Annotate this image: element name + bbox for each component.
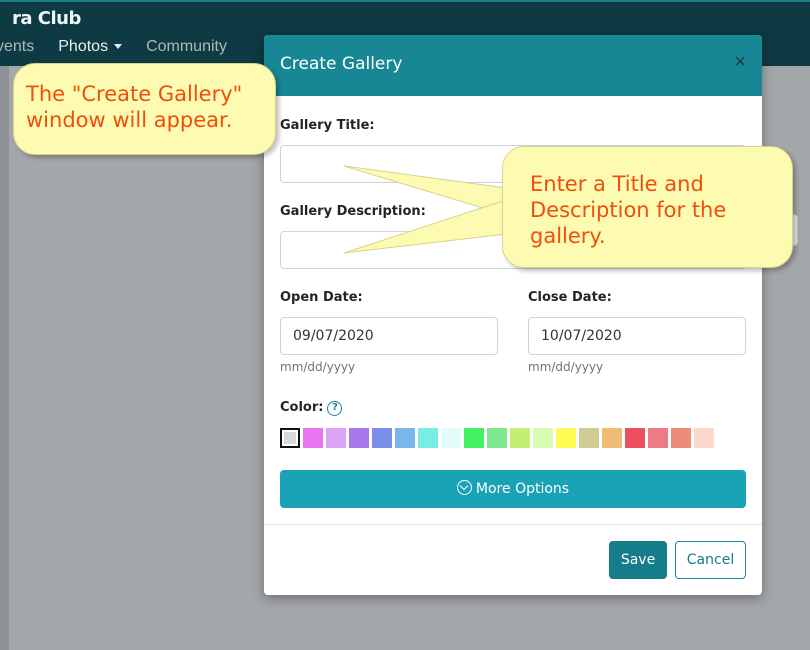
close-date-input[interactable]: 10/07/2020 bbox=[528, 317, 746, 355]
callout-text-line: gallery. bbox=[530, 224, 606, 248]
color-swatch[interactable] bbox=[510, 428, 530, 448]
modal-title: Create Gallery bbox=[280, 54, 403, 74]
gallery-description-label: Gallery Description: bbox=[280, 204, 426, 219]
open-date-format-hint: mm/dd/yyyy bbox=[280, 360, 356, 374]
color-swatch[interactable] bbox=[372, 428, 392, 448]
more-options-label: More Options bbox=[475, 481, 570, 497]
main-nav: vents Photos Community bbox=[0, 38, 227, 56]
chevron-down-icon bbox=[114, 44, 123, 50]
close-date-label: Close Date: bbox=[528, 290, 612, 305]
cancel-button[interactable]: Cancel bbox=[675, 541, 746, 579]
callout-text-line: Description for the bbox=[530, 198, 727, 222]
color-swatch[interactable] bbox=[280, 428, 300, 448]
color-swatch[interactable] bbox=[533, 428, 553, 448]
close-date-format-hint: mm/dd/yyyy bbox=[528, 360, 604, 374]
color-swatch[interactable] bbox=[487, 428, 507, 448]
callout-text-line: The "Create Gallery" bbox=[26, 82, 243, 106]
chevron-circle-down-icon bbox=[456, 480, 472, 495]
color-swatch[interactable] bbox=[625, 428, 645, 448]
nav-item-photos-label: Photos bbox=[58, 38, 109, 55]
modal-header: Create Gallery × bbox=[264, 35, 762, 96]
more-options-button[interactable]: More Options bbox=[280, 470, 746, 508]
color-swatch[interactable] bbox=[303, 428, 323, 448]
callout-enter-title: Enter a Title and Description for the ga… bbox=[502, 146, 793, 268]
color-swatch[interactable] bbox=[464, 428, 484, 448]
color-swatch[interactable] bbox=[579, 428, 599, 448]
color-swatch[interactable] bbox=[602, 428, 622, 448]
nav-item-events[interactable]: vents bbox=[0, 38, 34, 56]
color-swatch[interactable] bbox=[671, 428, 691, 448]
color-swatch[interactable] bbox=[441, 428, 461, 448]
open-date-label: Open Date: bbox=[280, 290, 363, 305]
callout-text-line: window will appear. bbox=[26, 108, 233, 132]
callout-text-line: Enter a Title and bbox=[530, 172, 704, 196]
callout-create-gallery: The "Create Gallery" window will appear. bbox=[13, 63, 276, 155]
close-icon[interactable]: × bbox=[734, 52, 746, 72]
backdrop-edge bbox=[0, 66, 9, 650]
brand-logo[interactable]: ra Club bbox=[12, 8, 81, 29]
color-swatch[interactable] bbox=[326, 428, 346, 448]
color-swatch[interactable] bbox=[395, 428, 415, 448]
color-label: Color: bbox=[280, 400, 324, 415]
color-swatch[interactable] bbox=[694, 428, 714, 448]
modal-footer-divider bbox=[264, 524, 762, 525]
nav-item-community[interactable]: Community bbox=[146, 38, 227, 56]
color-swatch[interactable] bbox=[556, 428, 576, 448]
color-swatch[interactable] bbox=[648, 428, 668, 448]
save-button[interactable]: Save bbox=[609, 541, 667, 579]
create-gallery-modal: Create Gallery × Gallery Title: Gallery … bbox=[264, 35, 762, 595]
color-swatch[interactable] bbox=[349, 428, 369, 448]
open-date-input[interactable]: 09/07/2020 bbox=[280, 317, 498, 355]
color-label-row: Color:? bbox=[280, 400, 343, 416]
nav-item-photos[interactable]: Photos bbox=[58, 38, 123, 56]
gallery-title-label: Gallery Title: bbox=[280, 118, 375, 133]
color-swatch[interactable] bbox=[418, 428, 438, 448]
help-icon[interactable]: ? bbox=[327, 401, 343, 416]
color-swatch-row bbox=[280, 428, 714, 448]
